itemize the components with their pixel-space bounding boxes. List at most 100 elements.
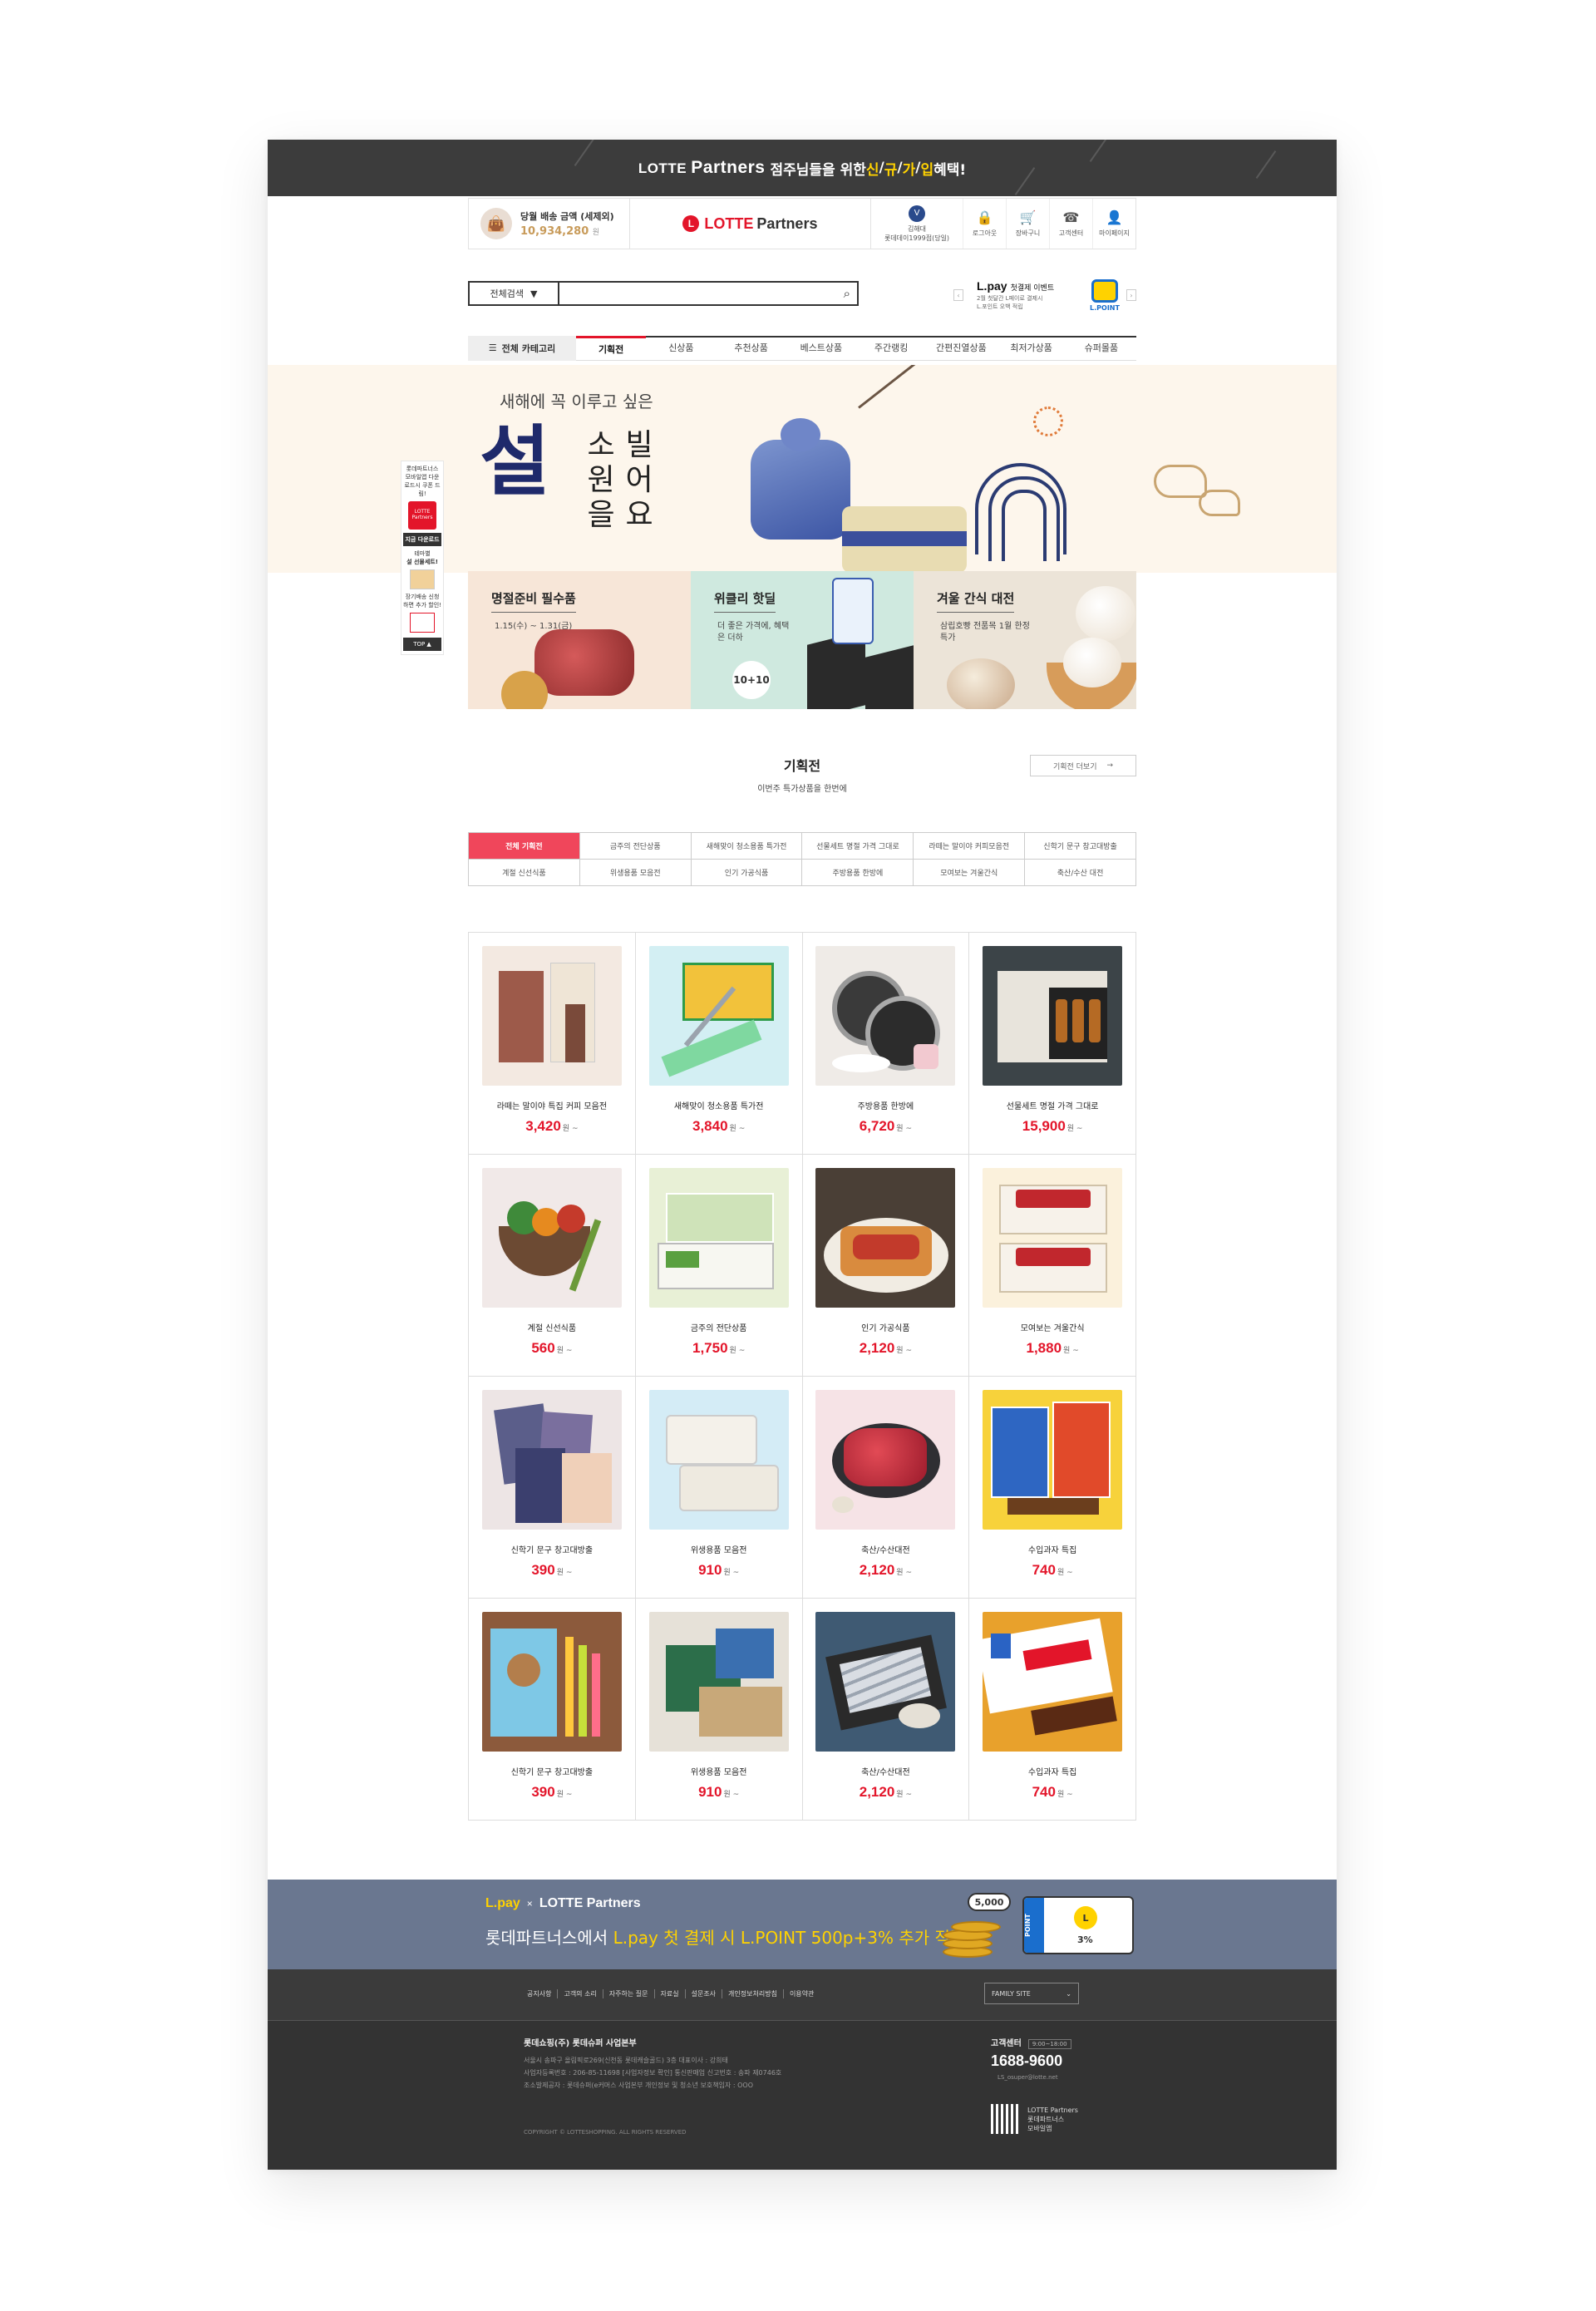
- site-logo[interactable]: L LOTTE Partners: [630, 199, 871, 249]
- side-gift-set-link[interactable]: 설 선물세트!: [403, 558, 441, 566]
- product-card[interactable]: 수입과자 특집 740 원 ~: [969, 1599, 1136, 1821]
- lpay-band-message: 롯데파트너스에서 L.pay 첫 결제 시 L.POINT 500p+3% 추가…: [485, 1928, 966, 1948]
- next-arrow-icon[interactable]: ›: [1126, 289, 1136, 301]
- nav-item-best[interactable]: 베스트상품: [786, 337, 856, 362]
- tab-all[interactable]: 전체 기획전: [469, 833, 580, 860]
- cloud-ornament: [1154, 465, 1207, 498]
- product-name: 모여보는 겨울간식: [1020, 1324, 1085, 1333]
- customer-phone[interactable]: 1688-9600: [991, 2052, 1062, 2070]
- product-card[interactable]: 신학기 문구 창고대방출 390 원 ~: [469, 1377, 636, 1599]
- product-card[interactable]: 축산/수산대전 2,120 원 ~: [802, 1599, 970, 1821]
- logout-button[interactable]: 🔒 로그아웃: [963, 199, 1006, 249]
- side-gift-image[interactable]: [410, 569, 435, 589]
- tab-stationery[interactable]: 신학기 문구 창고대방출: [1025, 833, 1136, 860]
- product-name: 계절 신선식품: [527, 1324, 577, 1333]
- tab-hygiene[interactable]: 위생용품 모음전: [579, 860, 692, 886]
- product-card[interactable]: 위생용품 모음전 910 원 ~: [635, 1377, 803, 1599]
- top-promo-banner[interactable]: LOTTE Partners 점주님들을 위한 신 / 규 / 가 / 입 혜택!: [268, 140, 1337, 196]
- promo-winter-snacks[interactable]: 겨울 간식 대전 삼립호빵 전품목 1월 한정 특가: [914, 571, 1136, 709]
- side-download-button[interactable]: 지금 다운로드: [403, 533, 441, 546]
- pine-branch-decoration: [858, 365, 952, 409]
- nav-item-recommended[interactable]: 추천상품: [717, 337, 786, 362]
- family-site-select[interactable]: FAMILY SITE ⌄: [984, 1983, 1079, 2004]
- tab-kitchen[interactable]: 주방용품 한방에: [802, 860, 914, 886]
- lpay-event-widget[interactable]: ‹ L.pay 첫결제 이벤트 2월 첫달간 L페이로 결제시 L.포인트 오백 …: [953, 271, 1136, 319]
- tab-weekly-flyer[interactable]: 금주의 전단상품: [579, 833, 692, 860]
- nav-item-lowest-price[interactable]: 최저가상품: [997, 337, 1066, 362]
- promo-holiday-essentials[interactable]: 명절준비 필수품 1.15(수) ~ 1.31(금): [468, 571, 691, 709]
- product-card[interactable]: 금주의 전단상품 1,750 원 ~: [635, 1155, 803, 1377]
- product-card[interactable]: 축산/수산대전 2,120 원 ~: [802, 1377, 970, 1599]
- tab-fresh-food[interactable]: 계절 신선식품: [469, 860, 580, 886]
- product-price: 910 원 ~: [698, 1562, 740, 1578]
- product-price: 15,900 원 ~: [1022, 1118, 1083, 1134]
- nav-item-super-mall[interactable]: 슈퍼몰품: [1066, 337, 1136, 362]
- tab-gift-set[interactable]: 선물세트 명절 가격 그대로: [802, 833, 914, 860]
- product-price: 3,420 원 ~: [525, 1118, 579, 1134]
- all-categories-button[interactable]: ☰ 전체 카테고리: [468, 335, 576, 361]
- nav-item-easy-display[interactable]: 간편진열상품: [926, 337, 996, 362]
- tab-coffee[interactable]: 라떼는 말이야 커피모음전: [914, 833, 1026, 860]
- product-name: 위생용품 모음전: [690, 1768, 747, 1777]
- customer-center-button[interactable]: ☎ 고객센터: [1049, 199, 1092, 249]
- company-name: 롯데쇼핑(주) 롯데슈퍼 사업본부: [524, 2039, 637, 2048]
- tab-cleaning[interactable]: 새해맞이 청소용품 특가전: [691, 833, 803, 860]
- search-icon[interactable]: ⌕: [844, 286, 850, 301]
- product-card[interactable]: 인기 가공식품 2,120 원 ~: [802, 1155, 970, 1377]
- search-category-select[interactable]: 전체검색 ▼: [468, 281, 558, 306]
- footer-link-privacy[interactable]: 개인정보처리방침: [722, 1989, 784, 1998]
- tab-winter-snacks[interactable]: 모여보는 겨울간식: [914, 860, 1026, 886]
- lpay-promo-band[interactable]: L.pay × LOTTE Partners 롯데파트너스에서 L.pay 첫 결제…: [268, 1880, 1337, 1969]
- footer-link-notice[interactable]: 공지사항: [521, 1989, 559, 1998]
- arrow-right-icon: →: [1106, 761, 1114, 770]
- footer-link-survey[interactable]: 설문조사: [686, 1989, 723, 1998]
- view-more-button[interactable]: 기획전 더보기 →: [1030, 755, 1136, 776]
- product-card[interactable]: 주방용품 한방에 6,720 원 ~: [802, 933, 970, 1155]
- cc-hours: 9:00~18:00: [1027, 2039, 1071, 2049]
- mypage-button[interactable]: 👤 마이페이지: [1092, 199, 1135, 249]
- nav-item-new[interactable]: 신상품: [646, 337, 716, 362]
- footer-links-bar: 공지사항 고객의 소리 자주하는 질문 자료실 설문조사 개인정보처리방침 이용…: [268, 1969, 1337, 2021]
- product-card[interactable]: 선물세트 명절 가격 그대로 15,900 원 ~: [969, 933, 1136, 1155]
- logo-text-lotte: LOTTE: [704, 214, 754, 232]
- lpay-logo: L.pay: [485, 1896, 520, 1910]
- promo-weekly-hotdeal[interactable]: 위클리 핫딜 더 좋은 가격에, 혜택은 더하 10+10: [691, 571, 914, 709]
- qr-code-icon[interactable]: [991, 2104, 1021, 2134]
- product-price: 2,120 원 ~: [859, 1562, 912, 1578]
- lpoint-badge: L.POINT: [1088, 278, 1121, 312]
- product-card[interactable]: 신학기 문구 창고대방출 390 원 ~: [469, 1599, 636, 1821]
- user-info[interactable]: V 김해대 롯데데이1999점(당일): [871, 199, 963, 249]
- nav-item-promotion[interactable]: 기획전: [576, 335, 647, 361]
- promo-desc: 1.15(수) ~ 1.31(금): [495, 622, 573, 631]
- product-card[interactable]: 새해맞이 청소용품 특가전 3,840 원 ~: [635, 933, 803, 1155]
- prev-arrow-icon[interactable]: ‹: [953, 289, 963, 301]
- product-image: [983, 946, 1123, 1086]
- cart-button[interactable]: 🛒 장바구니: [1006, 199, 1049, 249]
- footer-link-terms[interactable]: 이용약관: [784, 1989, 820, 1998]
- product-card[interactable]: 계절 신선식품 560 원 ~: [469, 1155, 636, 1377]
- footer-link-faq[interactable]: 자주하는 질문: [603, 1989, 655, 1998]
- tab-meat-seafood[interactable]: 축산/수산 대전: [1025, 860, 1136, 886]
- side-long-delivery-text[interactable]: 장기배송 신청하면 추가 할인!: [403, 593, 441, 609]
- monthly-amount[interactable]: 👜 당월 배송 금액 (세제외) 10,934,280 원: [469, 199, 630, 249]
- chevron-down-icon: ▼: [530, 288, 538, 299]
- product-card[interactable]: 위생용품 모음전 910 원 ~: [635, 1599, 803, 1821]
- product-image: [983, 1612, 1123, 1752]
- logo-text-partners: Partners: [756, 214, 818, 232]
- footer-link-voice[interactable]: 고객의 소리: [558, 1989, 603, 1998]
- footer-link-archive[interactable]: 자료실: [655, 1989, 686, 1998]
- gift-wrap-image: [751, 418, 850, 540]
- customer-email[interactable]: LS_osuper@lotte.net: [998, 2074, 1058, 2081]
- header-bar: 👜 당월 배송 금액 (세제외) 10,934,280 원 L LOTTE Pa…: [468, 198, 1136, 249]
- back-to-top-button[interactable]: TOP ▲: [403, 638, 441, 651]
- product-card[interactable]: 수입과자 특집 740 원 ~: [969, 1377, 1136, 1599]
- cart-icon: 🛒: [1019, 209, 1037, 225]
- nav-item-weekly-ranking[interactable]: 주간랭킹: [856, 337, 926, 362]
- side-app-logo[interactable]: LOTTE Partners: [408, 501, 436, 530]
- product-card[interactable]: 모여보는 겨울간식 1,880 원 ~: [969, 1155, 1136, 1377]
- product-card[interactable]: 라떼는 말이야 특집 커피 모음전 3,420 원 ~: [469, 933, 636, 1155]
- product-grid: 라떼는 말이야 특집 커피 모음전 3,420 원 ~ 새해맞이 청소용품 특가전…: [468, 932, 1136, 1821]
- search-input[interactable]: [559, 283, 844, 303]
- footer: 롯데쇼핑(주) 롯데슈퍼 사업본부 서울시 송파구 올림픽로269(신천동 롯데…: [268, 2021, 1337, 2170]
- tab-processed-food[interactable]: 인기 가공식품: [691, 860, 803, 886]
